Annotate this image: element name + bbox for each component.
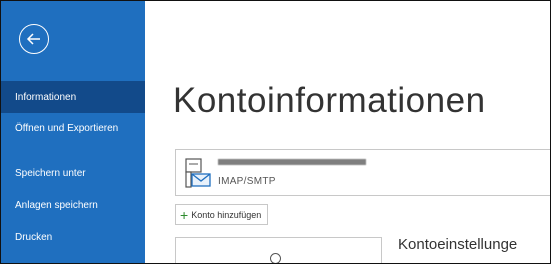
nav-item-informationen[interactable]: Informationen [1,81,145,113]
add-account-button[interactable]: + Konto hinzufügen [175,204,269,225]
nav-item-label: Drucken [15,231,53,243]
page-title: Kontoinformationen [173,81,486,120]
arrow-left-icon [26,33,40,45]
account-settings-heading: Kontoeinstellunge [398,236,518,253]
account-type: IMAP/SMTP [218,176,276,187]
account-email-redacted [218,159,366,165]
nav-item-oeffnen-exportieren[interactable]: Öffnen und Exportieren [1,113,145,157]
backstage-sidebar: Informationen Öffnen und Exportieren Spe… [1,1,145,263]
nav-item-label: Speichern unter [15,167,86,179]
account-settings-button[interactable] [175,237,382,263]
settings-icon [270,253,281,263]
back-button[interactable] [19,24,49,54]
nav-item-drucken[interactable]: Drucken [1,221,145,253]
backstage-window: Informationen Öffnen und Exportieren Spe… [0,0,551,264]
add-account-label: Konto hinzufügen [191,209,262,220]
nav-item-label: Anlagen speichern [15,199,98,211]
backstage-nav: Informationen Öffnen und Exportieren Spe… [1,81,145,253]
mail-account-icon [185,158,211,188]
account-selector[interactable]: IMAP/SMTP [175,149,550,196]
plus-icon: + [180,206,189,223]
nav-item-label: Informationen [15,91,77,103]
nav-item-speichern-unter[interactable]: Speichern unter [1,157,145,189]
nav-item-anlagen-speichern[interactable]: Anlagen speichern [1,189,145,221]
main-content: Kontoinformationen IMAP/SMTP + Konto hin… [145,1,550,263]
nav-item-label: Öffnen und Exportieren [15,123,119,134]
